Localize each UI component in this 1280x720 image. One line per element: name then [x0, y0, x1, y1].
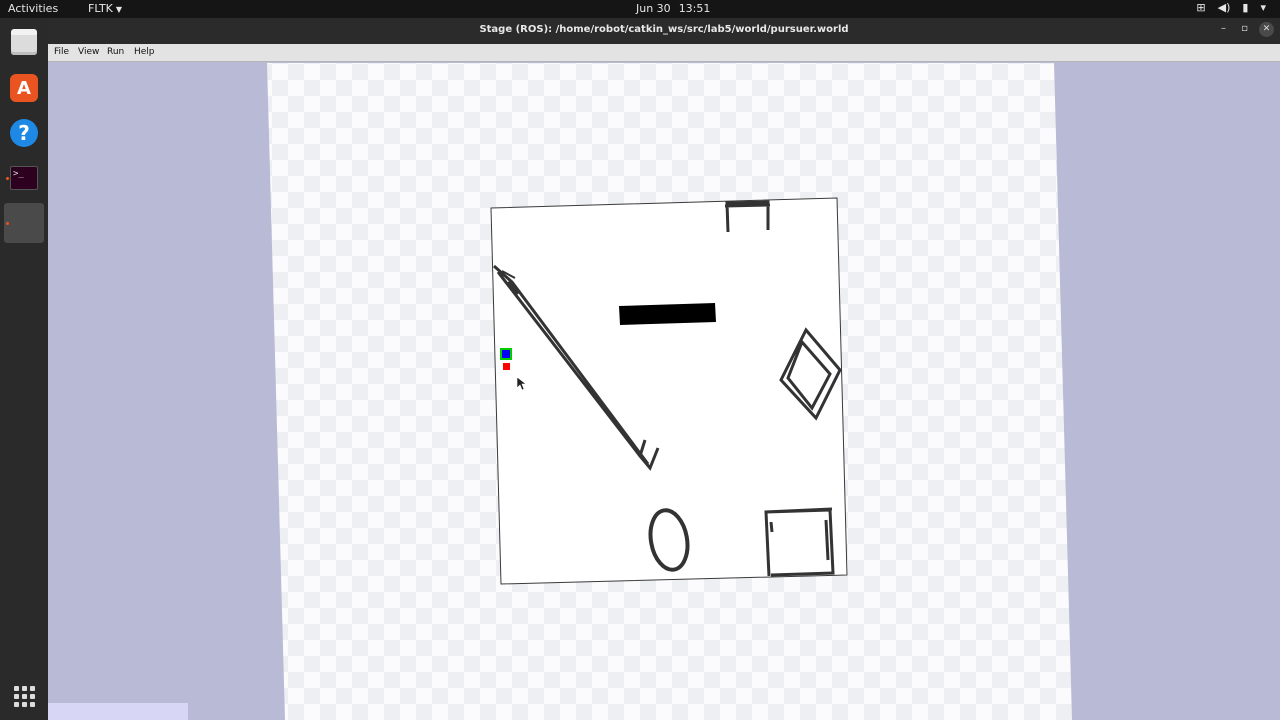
robot-pursuer[interactable]	[500, 348, 512, 360]
battery-icon: ▮	[1242, 1, 1249, 14]
dock-stage[interactable]	[4, 203, 44, 243]
show-apps-button[interactable]	[4, 676, 44, 716]
network-icon: ⊞	[1196, 1, 1206, 14]
menu-file[interactable]: File	[54, 47, 69, 57]
clock-time: 13:51	[678, 2, 711, 15]
system-tray[interactable]: ⊞ ◀) ▮ ▾	[1196, 1, 1266, 14]
menu-view[interactable]: View	[78, 47, 99, 57]
app-menu[interactable]: FLTK ▼	[88, 2, 122, 15]
chevron-down-icon: ▼	[115, 5, 123, 14]
stage-viewport[interactable]	[48, 62, 1280, 720]
chevron-down-icon: ▾	[1260, 1, 1266, 14]
grid-icon	[13, 685, 35, 707]
dock: A ? >_	[0, 18, 48, 720]
software-icon: A	[10, 74, 38, 102]
activities-button[interactable]: Activities	[8, 2, 58, 15]
clock-date: Jun 30	[636, 2, 671, 15]
window-title: Stage (ROS): /home/robot/catkin_ws/src/l…	[479, 24, 849, 35]
help-icon: ?	[10, 119, 38, 147]
world-boundary	[490, 197, 848, 585]
robot-evader[interactable]	[503, 363, 510, 370]
obstacle-bar	[619, 303, 716, 325]
files-icon	[11, 29, 37, 55]
dock-software[interactable]: A	[4, 68, 44, 108]
status-strip	[48, 703, 188, 720]
world-canvas[interactable]	[48, 62, 1280, 720]
app-menu-label: FLTK	[88, 2, 113, 15]
running-indicator	[6, 222, 9, 225]
dock-terminal[interactable]: >_	[4, 158, 44, 198]
maximize-icon[interactable]: ▫	[1241, 23, 1248, 34]
running-indicator	[6, 177, 9, 180]
terminal-icon: >_	[10, 166, 38, 190]
dock-help[interactable]: ?	[4, 113, 44, 153]
menu-run[interactable]: Run	[107, 47, 124, 57]
menu-help[interactable]: Help	[134, 47, 155, 57]
dock-files[interactable]	[4, 22, 44, 62]
close-icon[interactable]: ✕	[1259, 22, 1274, 37]
menu-bar: File View Run Help	[48, 44, 1280, 62]
volume-icon: ◀)	[1217, 1, 1231, 14]
clock[interactable]: Jun 30 13:51	[636, 2, 718, 15]
minimize-icon[interactable]: –	[1221, 23, 1226, 34]
top-bar: Activities FLTK ▼ Jun 30 13:51 ⊞ ◀) ▮ ▾	[0, 0, 1280, 18]
window-titlebar[interactable]: Stage (ROS): /home/robot/catkin_ws/src/l…	[48, 18, 1280, 44]
